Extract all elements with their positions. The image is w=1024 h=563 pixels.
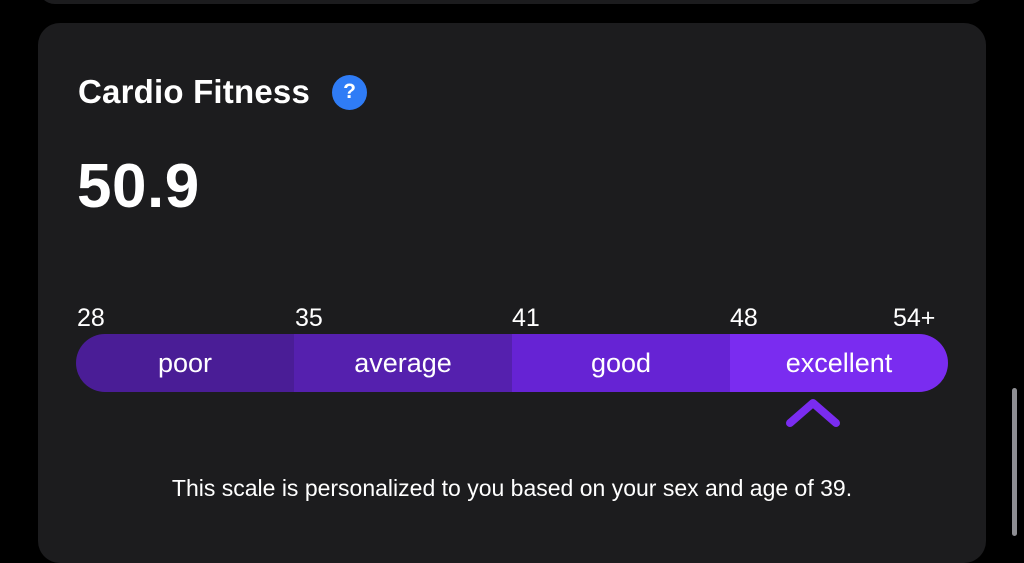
scale-tick: 48	[730, 304, 758, 332]
scale-tick: 35	[295, 304, 323, 332]
scale-segment-average: average	[294, 334, 512, 392]
previous-card	[38, 0, 986, 4]
scale-tick: 28	[77, 304, 105, 332]
scale-footnote: This scale is personalized to you based …	[171, 475, 853, 501]
question-mark-icon[interactable]: ?	[332, 74, 368, 110]
card-title: Cardio Fitness	[78, 73, 311, 110]
scrollbar[interactable]	[1012, 388, 1017, 536]
chevron-up-icon	[786, 399, 840, 427]
scale-segment-excellent: excellent	[730, 334, 948, 392]
cardio-fitness-value: 50.9	[77, 152, 200, 221]
scale-tick: 54+	[893, 304, 936, 332]
fitness-scale-bar: poor average good excellent	[76, 334, 948, 392]
title-row: Cardio Fitness ?	[78, 73, 368, 111]
scale-segment-poor: poor	[76, 334, 294, 392]
scale-tick: 41	[512, 304, 540, 332]
scale-segment-good: good	[512, 334, 730, 392]
cardio-fitness-card: Cardio Fitness ? 50.9 28 35 41 48 54+ po…	[38, 23, 986, 563]
